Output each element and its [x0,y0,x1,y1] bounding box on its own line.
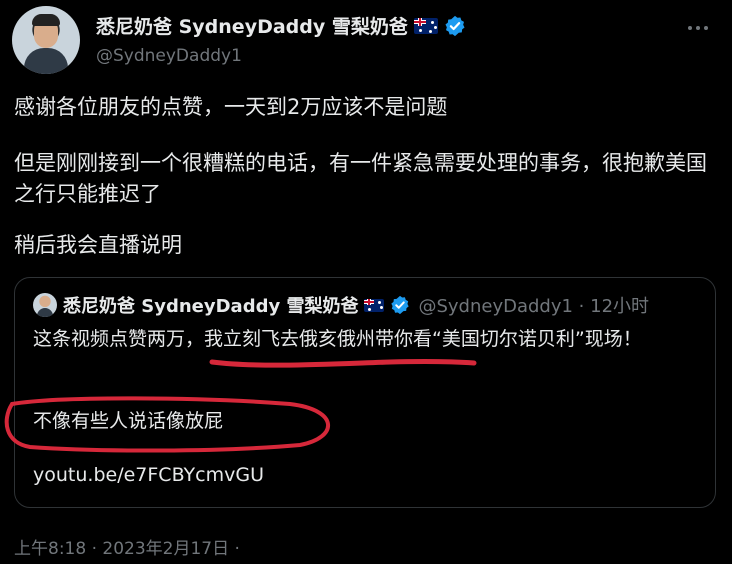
quoted-tweet-meta: @SydneyDaddy1 · 12小时 [418,296,650,317]
author-display-name[interactable]: 悉尼奶爸 SydneyDaddy 雪梨奶爸 [96,12,408,39]
quoted-tweet-text-2: 不像有些人说话像放屁 [33,410,224,432]
quoted-tweet-card[interactable]: 悉尼奶爸 SydneyDaddy 雪梨奶爸 @SydneyDaddy1 · 12… [14,277,716,508]
quoted-tweet-header: 悉尼奶爸 SydneyDaddy 雪梨奶爸 @SydneyDaddy1 · 12… [33,292,649,318]
quoted-tweet-text: 这条视频点赞两万，我立刻飞去俄亥俄州带你看“美国切尔诺贝利”现场！ [33,328,642,350]
author-name-row: 悉尼奶爸 SydneyDaddy 雪梨奶爸 [96,12,466,39]
author-handle[interactable]: @SydneyDaddy1 [96,46,242,66]
tweet-timestamp[interactable]: 上午8:18 · 2023年2月17日 · [14,534,240,559]
tweet-paragraph-3: 稍后我会直播说明 [14,233,182,257]
tweet-paragraph-2: 但是刚刚接到一个很糟糕的电话，有一件紧急需要处理的事务，很抱歉美国之行只能推迟了 [14,151,707,206]
tweet-paragraph-1: 感谢各位朋友的点赞，一天到2万应该不是问题 [14,95,448,119]
verified-badge-icon [445,15,465,36]
more-icon[interactable] [680,10,716,46]
tweet-header: 悉尼奶爸 SydneyDaddy 雪梨奶爸 @SydneyDaddy1 [12,6,720,76]
australia-flag-icon [364,298,385,312]
quoted-author-name: 悉尼奶爸 SydneyDaddy 雪梨奶爸 [63,296,359,317]
quoted-author-avatar [33,293,57,317]
verified-badge-icon [391,295,410,315]
australia-flag-icon [413,17,438,34]
quoted-tweet-link[interactable]: youtu.be/e7FCBYcmvGU [33,464,264,486]
author-avatar[interactable] [12,6,80,74]
